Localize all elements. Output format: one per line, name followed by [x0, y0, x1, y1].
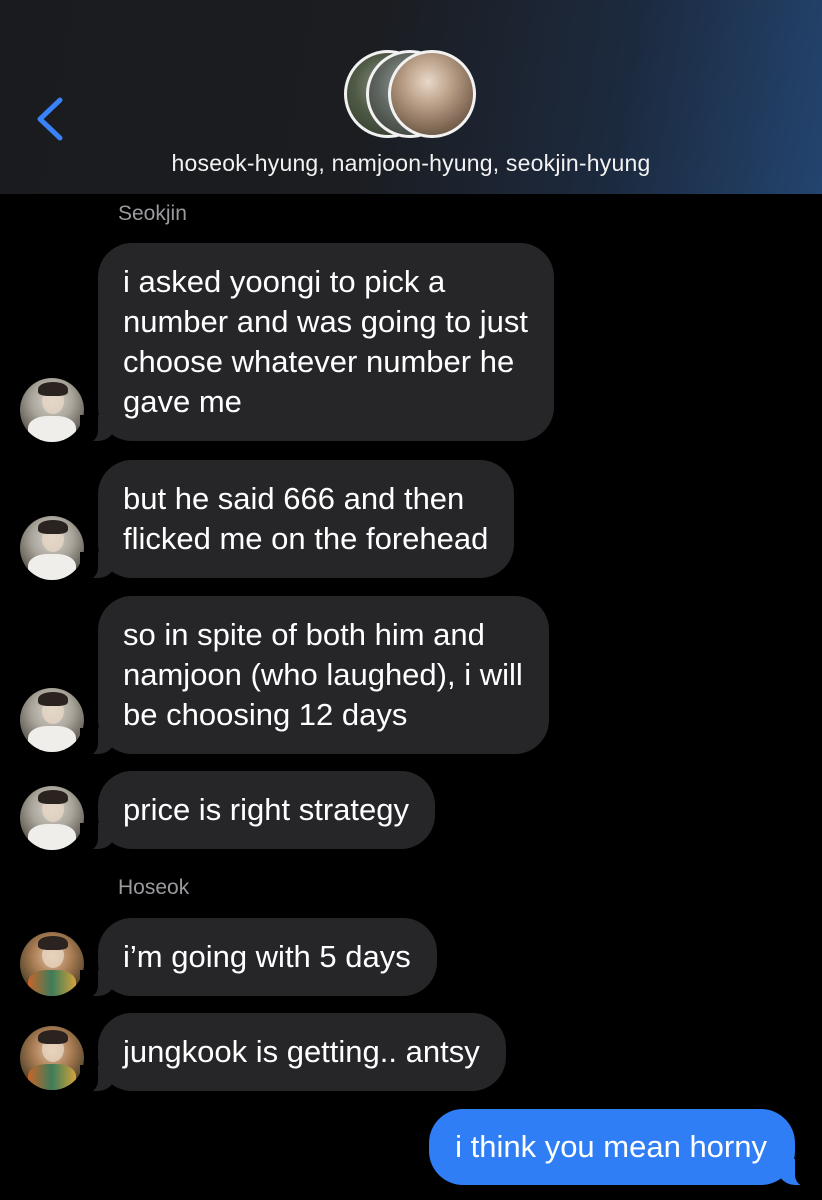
message-text: i asked yoongi to pick a number and was … [123, 264, 528, 419]
group-avatars[interactable] [344, 50, 480, 140]
message-bubble[interactable]: but he said 666 and then flicked me on t… [79, 460, 515, 580]
message-bubble[interactable]: i asked yoongi to pick a number and was … [80, 243, 554, 443]
sender-label: Seokjin [118, 202, 187, 225]
conversation-header: hoseok-hyung, namjoon-hyung, seokjin-hyu… [0, 0, 822, 194]
message-text: i think you mean horny [455, 1129, 767, 1164]
sender-label: Hoseok [118, 876, 190, 899]
avatar[interactable] [20, 516, 84, 580]
message-text: i’m going with 5 days [123, 939, 411, 974]
message-text: so in spite of both him and namjoon (who… [123, 617, 523, 732]
avatar[interactable] [20, 378, 84, 442]
outgoing-message-bubble[interactable]: i think you mean horny [429, 1109, 813, 1187]
message-text: but he said 666 and then flicked me on t… [123, 481, 489, 556]
message-text: jungkook is getting.. antsy [123, 1034, 480, 1069]
avatar[interactable] [20, 932, 84, 996]
back-button[interactable] [30, 94, 74, 144]
message-bubble[interactable]: so in spite of both him and namjoon (who… [80, 596, 549, 756]
chevron-left-icon [37, 97, 63, 141]
avatar[interactable] [20, 786, 84, 850]
conversation-title[interactable]: hoseok-hyung, namjoon-hyung, seokjin-hyu… [0, 150, 822, 177]
message-bubble[interactable]: i’m going with 5 days [80, 918, 437, 998]
group-avatar [388, 50, 476, 138]
avatar[interactable] [20, 688, 84, 752]
message-bubble[interactable]: jungkook is getting.. antsy [80, 1013, 506, 1093]
avatar[interactable] [20, 1026, 84, 1090]
message-bubble[interactable]: price is right strategy [80, 771, 435, 851]
message-text: price is right strategy [123, 792, 409, 827]
